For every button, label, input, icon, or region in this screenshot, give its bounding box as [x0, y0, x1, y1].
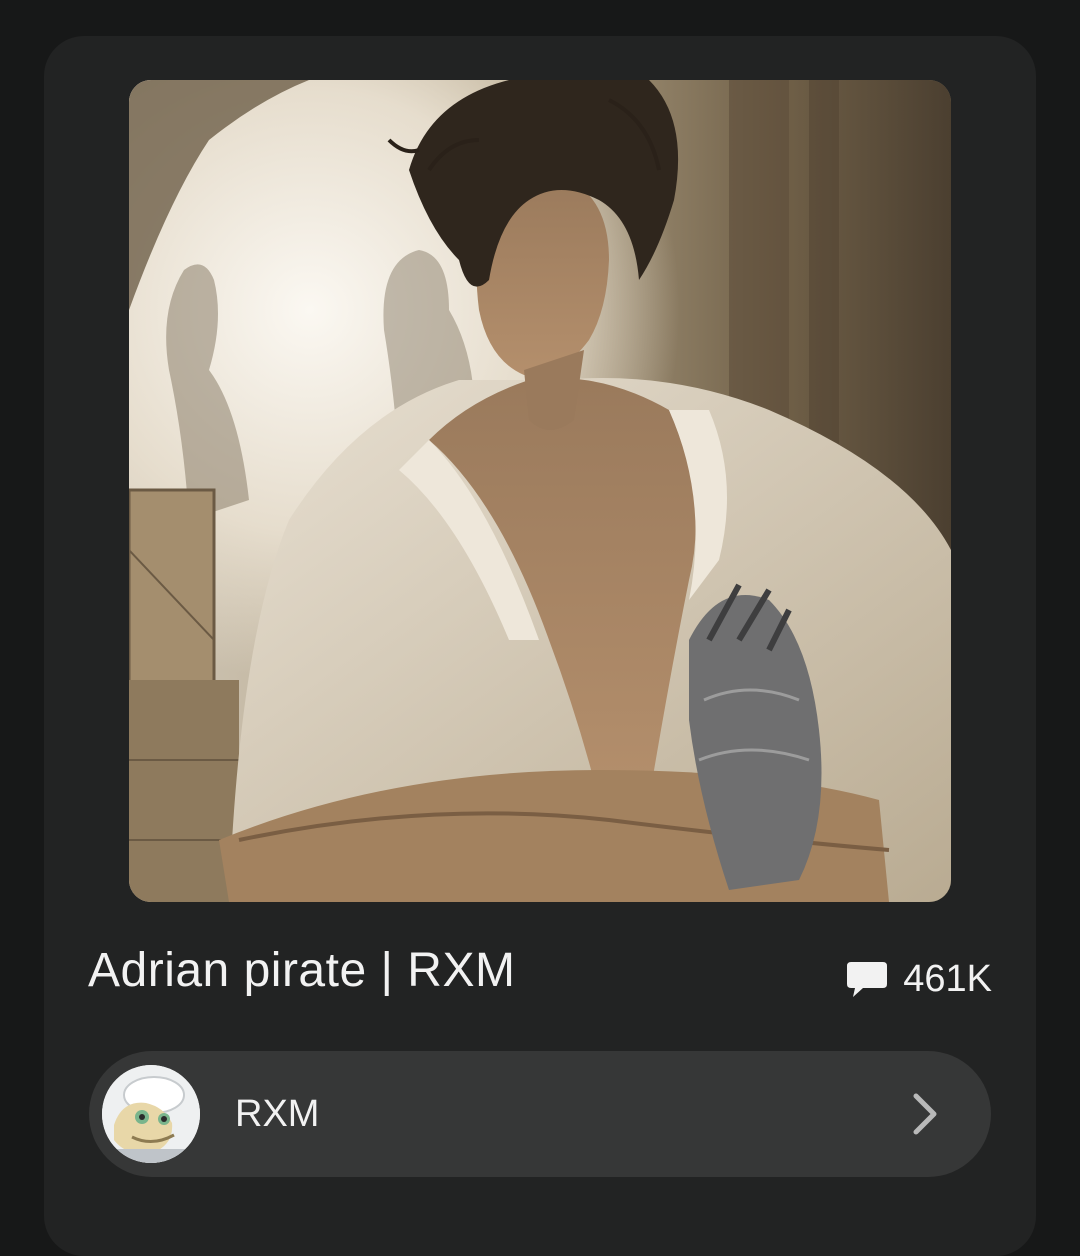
chat-count-stat: 461K	[845, 958, 992, 1001]
portrait-illustration	[129, 80, 951, 902]
character-title: Adrian pirate | RXM	[88, 944, 516, 997]
creator-link[interactable]: RXM	[89, 1051, 991, 1177]
creator-avatar-image	[102, 1065, 200, 1163]
chevron-right-icon[interactable]	[911, 1091, 939, 1137]
chat-bubble-icon	[847, 961, 888, 997]
creator-avatar[interactable]	[102, 1065, 200, 1163]
chat-count: 461K	[903, 958, 992, 1000]
character-card[interactable]: Adrian pirate | RXM 461K RXM	[44, 36, 1036, 1256]
creator-name: RXM	[235, 1093, 320, 1135]
character-portrait[interactable]	[129, 80, 951, 902]
